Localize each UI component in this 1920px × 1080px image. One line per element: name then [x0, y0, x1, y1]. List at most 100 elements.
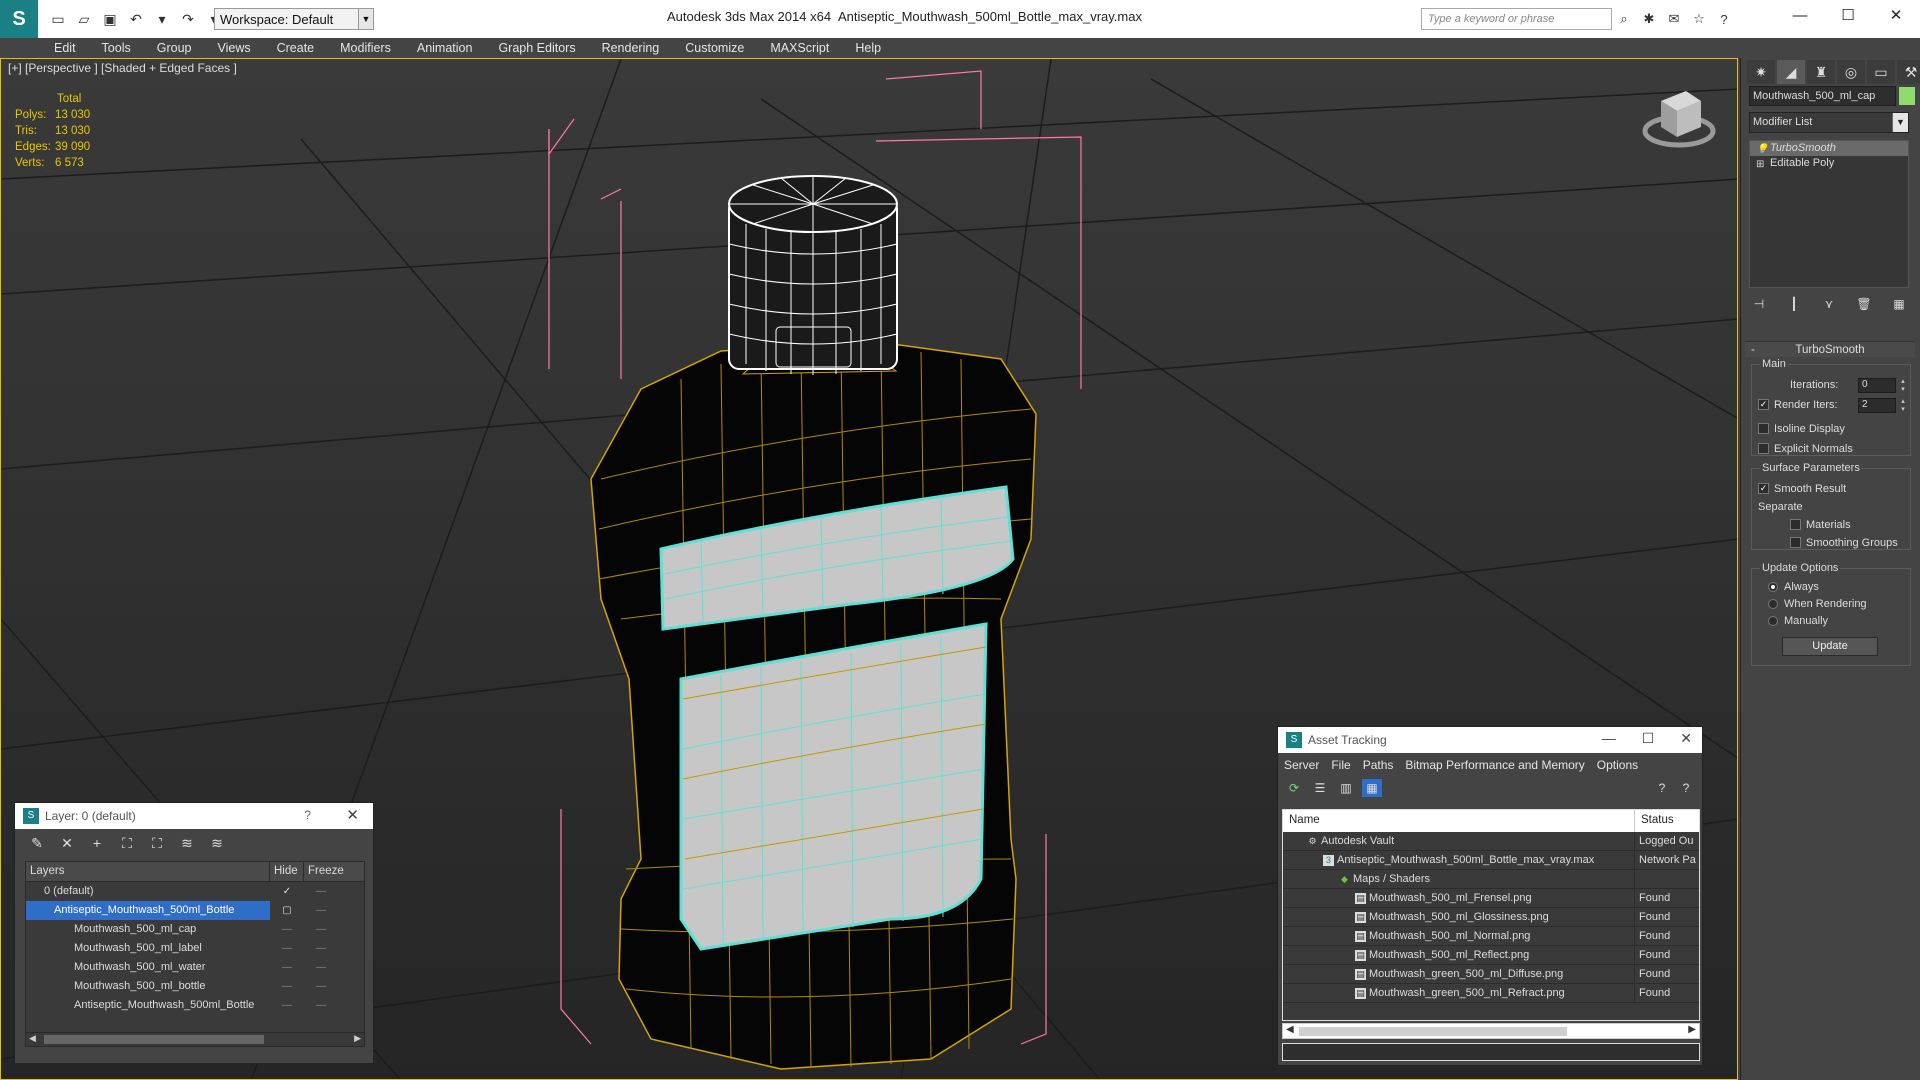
freeze-toggle[interactable]: — [304, 996, 338, 1015]
col-freeze[interactable]: Freeze [304, 862, 348, 881]
turbosmooth-rollout-header[interactable]: - TurboSmooth [1745, 341, 1915, 357]
modifier-list-dropdown[interactable]: Modifier List ▼ [1749, 112, 1909, 133]
current-layer-check-icon[interactable]: ✓ [270, 882, 304, 901]
hierarchy-tab-icon[interactable]: ♜ [1807, 60, 1835, 84]
layer-row[interactable]: Mouthwash_500_ml_bottle — — [26, 977, 364, 996]
undo-icon[interactable]: ↶ [126, 9, 146, 29]
collapse-icon[interactable]: - [1751, 342, 1755, 358]
communication-icon[interactable]: ✉ [1665, 10, 1683, 28]
object-name-field[interactable]: Mouthwash_500_ml_cap [1749, 86, 1896, 106]
freeze-toggle[interactable]: — [304, 920, 338, 939]
freeze-toggle[interactable]: — [304, 939, 338, 958]
bottle-cap-wireframe[interactable] [728, 175, 898, 375]
scrollbar-thumb[interactable] [44, 1035, 264, 1044]
hide-toggle[interactable]: — [270, 958, 304, 977]
menu-server[interactable]: Server [1284, 758, 1319, 772]
isoline-display-checkbox[interactable] [1758, 423, 1769, 434]
chevron-down-icon[interactable]: ▼ [1892, 113, 1908, 132]
close-icon[interactable]: ✕ [1872, 0, 1920, 30]
utilities-tab-icon[interactable]: ⚒ [1897, 60, 1920, 84]
delete-layer-icon[interactable]: ✕ [57, 834, 77, 852]
explicit-normals-checkbox[interactable] [1758, 443, 1769, 454]
show-end-result-icon[interactable]: ┃ [1784, 294, 1804, 314]
layer-row[interactable]: Antiseptic_Mouthwash_500ml_Bottle — — [26, 996, 364, 1015]
app-logo-icon[interactable]: S [0, 0, 38, 38]
undo-dropdown-icon[interactable]: ▾ [152, 9, 172, 29]
asset-row[interactable]: ▤ Mouthwash_500_ml_Frensel.png Found [1283, 889, 1699, 908]
hide-toggle[interactable]: — [270, 939, 304, 958]
asset-row[interactable]: ▤ Mouthwash_green_500_ml_Diffuse.png Foun… [1283, 965, 1699, 984]
search-input[interactable] [1421, 8, 1612, 30]
scroll-left-icon[interactable]: ◀ [29, 1033, 36, 1044]
when-rendering-radio[interactable] [1768, 599, 1778, 609]
select-objects-icon[interactable]: ⛶ [117, 834, 137, 852]
freeze-toggle[interactable]: — [304, 977, 338, 996]
binoculars-icon[interactable]: ⌕ [1615, 10, 1633, 28]
layer-row[interactable]: Mouthwash_500_ml_label — — [26, 939, 364, 958]
menu-edit[interactable]: Edit [54, 38, 76, 58]
viewport-label[interactable]: [+] [Perspective ] [Shaded + Edged Faces… [8, 61, 237, 75]
freeze-toggle[interactable]: — [304, 882, 338, 901]
menu-help[interactable]: Help [855, 38, 881, 58]
minimize-icon[interactable]: — [1602, 730, 1616, 747]
display-tab-icon[interactable]: ▭ [1867, 60, 1895, 84]
list-view-icon[interactable]: ☰ [1310, 779, 1330, 797]
scrollbar-thumb[interactable] [1299, 1027, 1567, 1036]
modify-tab-icon[interactable]: ◢ [1777, 60, 1805, 84]
layer-row[interactable]: Antiseptic_Mouthwash_500ml_Bottle ▢ — [26, 901, 364, 920]
menu-bitmap-performance[interactable]: Bitmap Performance and Memory [1405, 758, 1584, 772]
stack-item-editable-poly[interactable]: ⊞ Editable Poly [1750, 156, 1908, 171]
save-file-icon[interactable]: ▣ [100, 9, 120, 29]
asset-dialog-titlebar[interactable]: S Asset Tracking — ☐ ✕ [1278, 727, 1702, 753]
asset-row[interactable]: ⚙ Autodesk Vault Logged Ou [1283, 832, 1699, 851]
asset-row[interactable]: ▤ Mouthwash_500_ml_Reflect.png Found [1283, 946, 1699, 965]
menu-graph-editors[interactable]: Graph Editors [498, 38, 575, 58]
subscription-icon[interactable]: ✱ [1640, 10, 1658, 28]
iterations-spinner[interactable]: 0 [1858, 377, 1906, 393]
hide-toggle[interactable]: — [270, 977, 304, 996]
scroll-right-icon[interactable]: ▶ [354, 1033, 361, 1044]
table-view-icon[interactable]: ▦ [1362, 779, 1382, 797]
lightbulb-icon[interactable]: 💡 [1756, 142, 1768, 157]
open-file-icon[interactable]: ▱ [74, 9, 94, 29]
pin-stack-icon[interactable]: ⊣ [1749, 294, 1769, 314]
layer-row[interactable]: Mouthwash_500_ml_cap — — [26, 920, 364, 939]
freeze-all-layers-icon[interactable]: ≋ [207, 834, 227, 852]
smoothing-groups-checkbox[interactable] [1790, 537, 1801, 548]
asset-row[interactable]: ▤ Mouthwash_500_ml_Glossiness.png Found [1283, 908, 1699, 927]
menu-views[interactable]: Views [217, 38, 250, 58]
remove-modifier-icon[interactable]: 🗑 [1854, 294, 1874, 314]
close-icon[interactable]: ✕ [1680, 730, 1692, 747]
col-name[interactable]: Name [1283, 810, 1635, 832]
update-button[interactable]: Update [1782, 637, 1878, 656]
refresh-icon[interactable]: ⟳ [1284, 779, 1304, 797]
manually-radio[interactable] [1768, 616, 1778, 626]
scroll-right-icon[interactable]: ▶ [1688, 1024, 1696, 1035]
layer-dialog-titlebar[interactable]: S Layer: 0 (default) ? ✕ [15, 803, 373, 829]
horizontal-scrollbar[interactable]: ◀ ▶ [1282, 1023, 1700, 1039]
redo-icon[interactable]: ↷ [178, 9, 198, 29]
new-file-icon[interactable]: ▭ [48, 9, 68, 29]
highlight-layer-icon[interactable]: ⛶ [147, 834, 167, 852]
favorites-star-icon[interactable]: ☆ [1690, 10, 1708, 28]
freeze-toggle[interactable]: — [304, 958, 338, 977]
menu-customize[interactable]: Customize [685, 38, 744, 58]
object-color-swatch[interactable] [1899, 87, 1915, 105]
asset-row[interactable]: ▤ Mouthwash_500_ml_Normal.png Found [1283, 927, 1699, 946]
render-iters-checkbox[interactable]: ✓ [1758, 399, 1769, 410]
menu-modifiers[interactable]: Modifiers [340, 38, 391, 58]
horizontal-scrollbar[interactable]: ◀ ▶ [26, 1032, 364, 1046]
materials-checkbox[interactable] [1790, 519, 1801, 530]
layer-row[interactable]: Mouthwash_500_ml_water — — [26, 958, 364, 977]
hide-toggle[interactable]: — [270, 920, 304, 939]
new-layer-icon[interactable]: ✎ [27, 834, 47, 852]
hide-toggle[interactable]: — [270, 996, 304, 1015]
close-icon[interactable]: ✕ [346, 806, 359, 824]
asset-row[interactable]: 3 Antiseptic_Mouthwash_500ml_Bottle_max_v… [1283, 851, 1699, 870]
context-help-icon[interactable]: ? [1676, 779, 1696, 797]
menu-options[interactable]: Options [1597, 758, 1638, 772]
chevron-down-icon[interactable]: ▼ [358, 8, 374, 30]
freeze-toggle[interactable]: — [304, 901, 338, 920]
menu-animation[interactable]: Animation [417, 38, 473, 58]
asset-row[interactable]: ◆ Maps / Shaders [1283, 870, 1699, 889]
